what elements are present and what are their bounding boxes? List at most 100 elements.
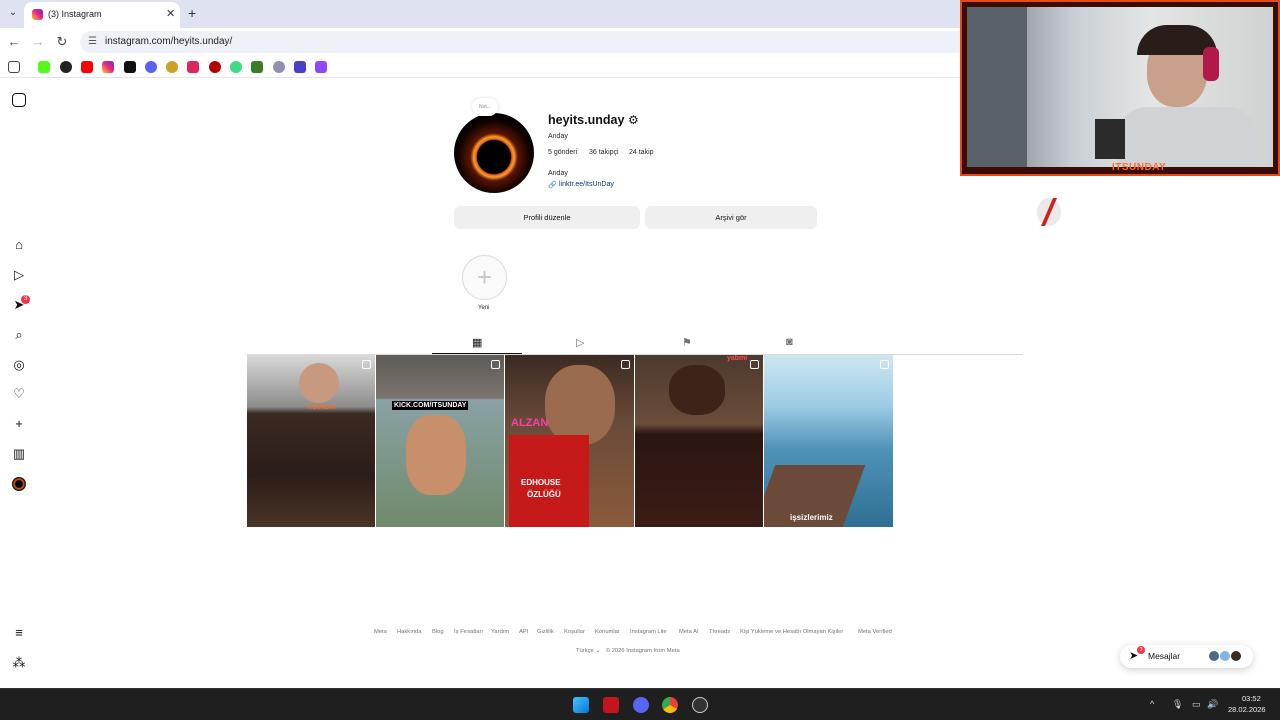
post-tile[interactable]: işsizlerimiz — [764, 355, 893, 527]
footer-link[interactable]: Hakkında — [397, 629, 422, 635]
bookmark-icon[interactable] — [273, 61, 285, 73]
tab-tagged-icon[interactable]: ◙ — [786, 336, 793, 348]
footer-link[interactable]: Konumlar — [595, 629, 620, 635]
posts-count: 5 gönderi — [548, 149, 578, 156]
messages-label: Mesajlar — [1148, 651, 1181, 661]
post-tile[interactable]: ALZAN EDHOUSE ÖZLÜĞÜ — [505, 355, 634, 527]
new-highlight-button[interactable]: + — [462, 255, 507, 300]
footer-link[interactable]: Koşullar — [564, 629, 585, 635]
chevron-down-icon[interactable]: ⌄ — [595, 648, 601, 654]
footer-link[interactable]: Kişi Yükleme ve Hesabı Olmayan Kişiler — [740, 629, 843, 635]
obs-icon[interactable] — [692, 697, 708, 713]
bookmark-icon[interactable] — [294, 61, 306, 73]
footer-link[interactable]: Yardım — [491, 629, 509, 635]
new-tab-button[interactable]: + — [188, 5, 196, 21]
tab-saved-icon[interactable]: ⚑ — [682, 336, 692, 349]
display-name: Anday — [548, 133, 568, 140]
profile-avatar[interactable] — [454, 113, 534, 193]
microphone-icon[interactable]: 🎙 — [1172, 699, 1183, 710]
bookmark-icon[interactable] — [60, 61, 72, 73]
bio-name: Anday — [548, 170, 568, 177]
apps-grid-icon[interactable] — [8, 61, 20, 73]
language-selector[interactable]: Türkçe — [576, 648, 594, 654]
instagram-bookmark-icon[interactable] — [102, 61, 114, 73]
discord-bookmark-icon[interactable] — [145, 61, 157, 73]
url-field[interactable]: ☰ instagram.com/heyits.unday/ — [80, 31, 980, 53]
chrome-icon[interactable] — [662, 697, 678, 713]
site-settings-icon[interactable]: ☰ — [88, 36, 97, 47]
clock-date[interactable]: 28.02.2026 — [1228, 705, 1266, 714]
bookmark-icon[interactable] — [187, 61, 199, 73]
instagram-logo-icon[interactable] — [12, 93, 26, 107]
tab-posts-grid-icon[interactable]: ▦ — [472, 336, 482, 349]
character-face — [669, 365, 725, 415]
bookmark-icon[interactable] — [251, 61, 263, 73]
followers-count[interactable]: 36 takipçi — [589, 149, 619, 156]
heart-icon[interactable]: ♡ — [12, 387, 26, 401]
footer-link[interactable]: Blog — [432, 629, 444, 635]
windows-start-icon[interactable] — [573, 697, 589, 713]
footer-link[interactable]: İş Fırsatları — [454, 629, 483, 635]
reel-icon — [880, 360, 889, 369]
explore-icon[interactable]: ◎ — [12, 358, 26, 372]
footer-link[interactable]: Meta — [374, 629, 387, 635]
search-icon[interactable]: ⌕ — [12, 328, 26, 342]
tab-close-icon[interactable]: ✕ — [166, 7, 175, 20]
discord-icon[interactable] — [633, 697, 649, 713]
network-icon[interactable]: ▭ — [1192, 699, 1201, 710]
tab-search-icon[interactable]: ⌄ — [6, 7, 20, 21]
footer-link[interactable]: API — [519, 629, 528, 635]
bookmark-icon[interactable] — [166, 61, 178, 73]
messages-button[interactable]: ➤ 3 Mesajlar — [1120, 645, 1253, 668]
post-tile[interactable]: yabmi — [635, 355, 763, 527]
footer-link[interactable]: Meta Verified — [858, 629, 892, 635]
home-icon[interactable]: ⌂ — [12, 238, 26, 252]
webcam-feed — [967, 7, 1273, 167]
channel-logo-watermark — [1066, 201, 1073, 227]
tray-chevron-icon[interactable]: ^ — [1150, 699, 1154, 709]
post-caption: KICK.COM/ITSUNDAY — [392, 401, 469, 410]
meta-apps-icon[interactable]: ⁂ — [12, 656, 26, 670]
more-menu-icon[interactable]: ≡ — [12, 626, 26, 640]
bio-link[interactable]: linktr.ee/ItsUnDay — [559, 181, 614, 188]
windows-taskbar: ^ 🎙 ▭ 🔊 03:52 28.02.2026 — [0, 688, 1280, 720]
reels-icon[interactable]: ▷ — [12, 268, 26, 282]
volume-icon[interactable]: 🔊 — [1207, 699, 1218, 710]
following-count[interactable]: 24 takip — [629, 149, 654, 156]
footer-link[interactable]: Instagram Lite — [630, 629, 667, 635]
dashboard-icon[interactable]: ▥ — [12, 447, 26, 461]
shirt — [1117, 107, 1257, 167]
wall-shadow — [967, 7, 1027, 167]
kick-bookmark-icon[interactable] — [38, 61, 50, 73]
view-archive-button[interactable]: Arşivi gör — [645, 206, 817, 229]
footer-link[interactable]: Threads — [709, 629, 730, 635]
avatar — [1230, 650, 1242, 662]
profile-avatar-icon[interactable] — [12, 477, 26, 491]
post-caption: EDHOUSE — [521, 478, 561, 487]
edit-profile-button[interactable]: Profili düzenle — [454, 206, 640, 229]
app-icon[interactable] — [603, 697, 619, 713]
tab-reels-icon[interactable]: ▷ — [576, 336, 584, 349]
post-tile[interactable]: KICK.COM/ITSUNDAY — [376, 355, 504, 527]
footer-link[interactable]: Gizlilik — [537, 629, 554, 635]
bookmark-icon[interactable] — [209, 61, 221, 73]
forward-arrow-icon[interactable]: → — [30, 34, 46, 49]
footer-links: Meta Hakkında Blog İş Fırsatları Yardım … — [374, 629, 914, 639]
back-arrow-icon[interactable]: ← — [6, 34, 22, 49]
bookmark-icon[interactable] — [230, 61, 242, 73]
post-tile[interactable]: ITSUNDAY — [247, 355, 375, 527]
footer-bottom: Türkçe ⌄ © 2026 Instagram from Meta — [576, 648, 680, 654]
headphone — [1203, 47, 1219, 81]
footer-link[interactable]: Meta AI — [679, 629, 699, 635]
youtube-bookmark-icon[interactable] — [81, 61, 93, 73]
create-plus-icon[interactable]: + — [12, 417, 26, 431]
browser-tab[interactable]: (3) Instagram ✕ — [24, 2, 180, 28]
clock-time[interactable]: 03:52 — [1242, 694, 1261, 703]
tiktok-bookmark-icon[interactable] — [124, 61, 136, 73]
reload-icon[interactable]: ↻ — [54, 34, 70, 50]
settings-gear-icon[interactable]: ⚙ — [628, 113, 639, 127]
note-bubble[interactable]: Not... — [472, 98, 498, 116]
twitch-bookmark-icon[interactable] — [315, 61, 327, 73]
url-text[interactable]: instagram.com/heyits.unday/ — [105, 36, 232, 47]
messages-badge: 3 — [1137, 646, 1145, 654]
